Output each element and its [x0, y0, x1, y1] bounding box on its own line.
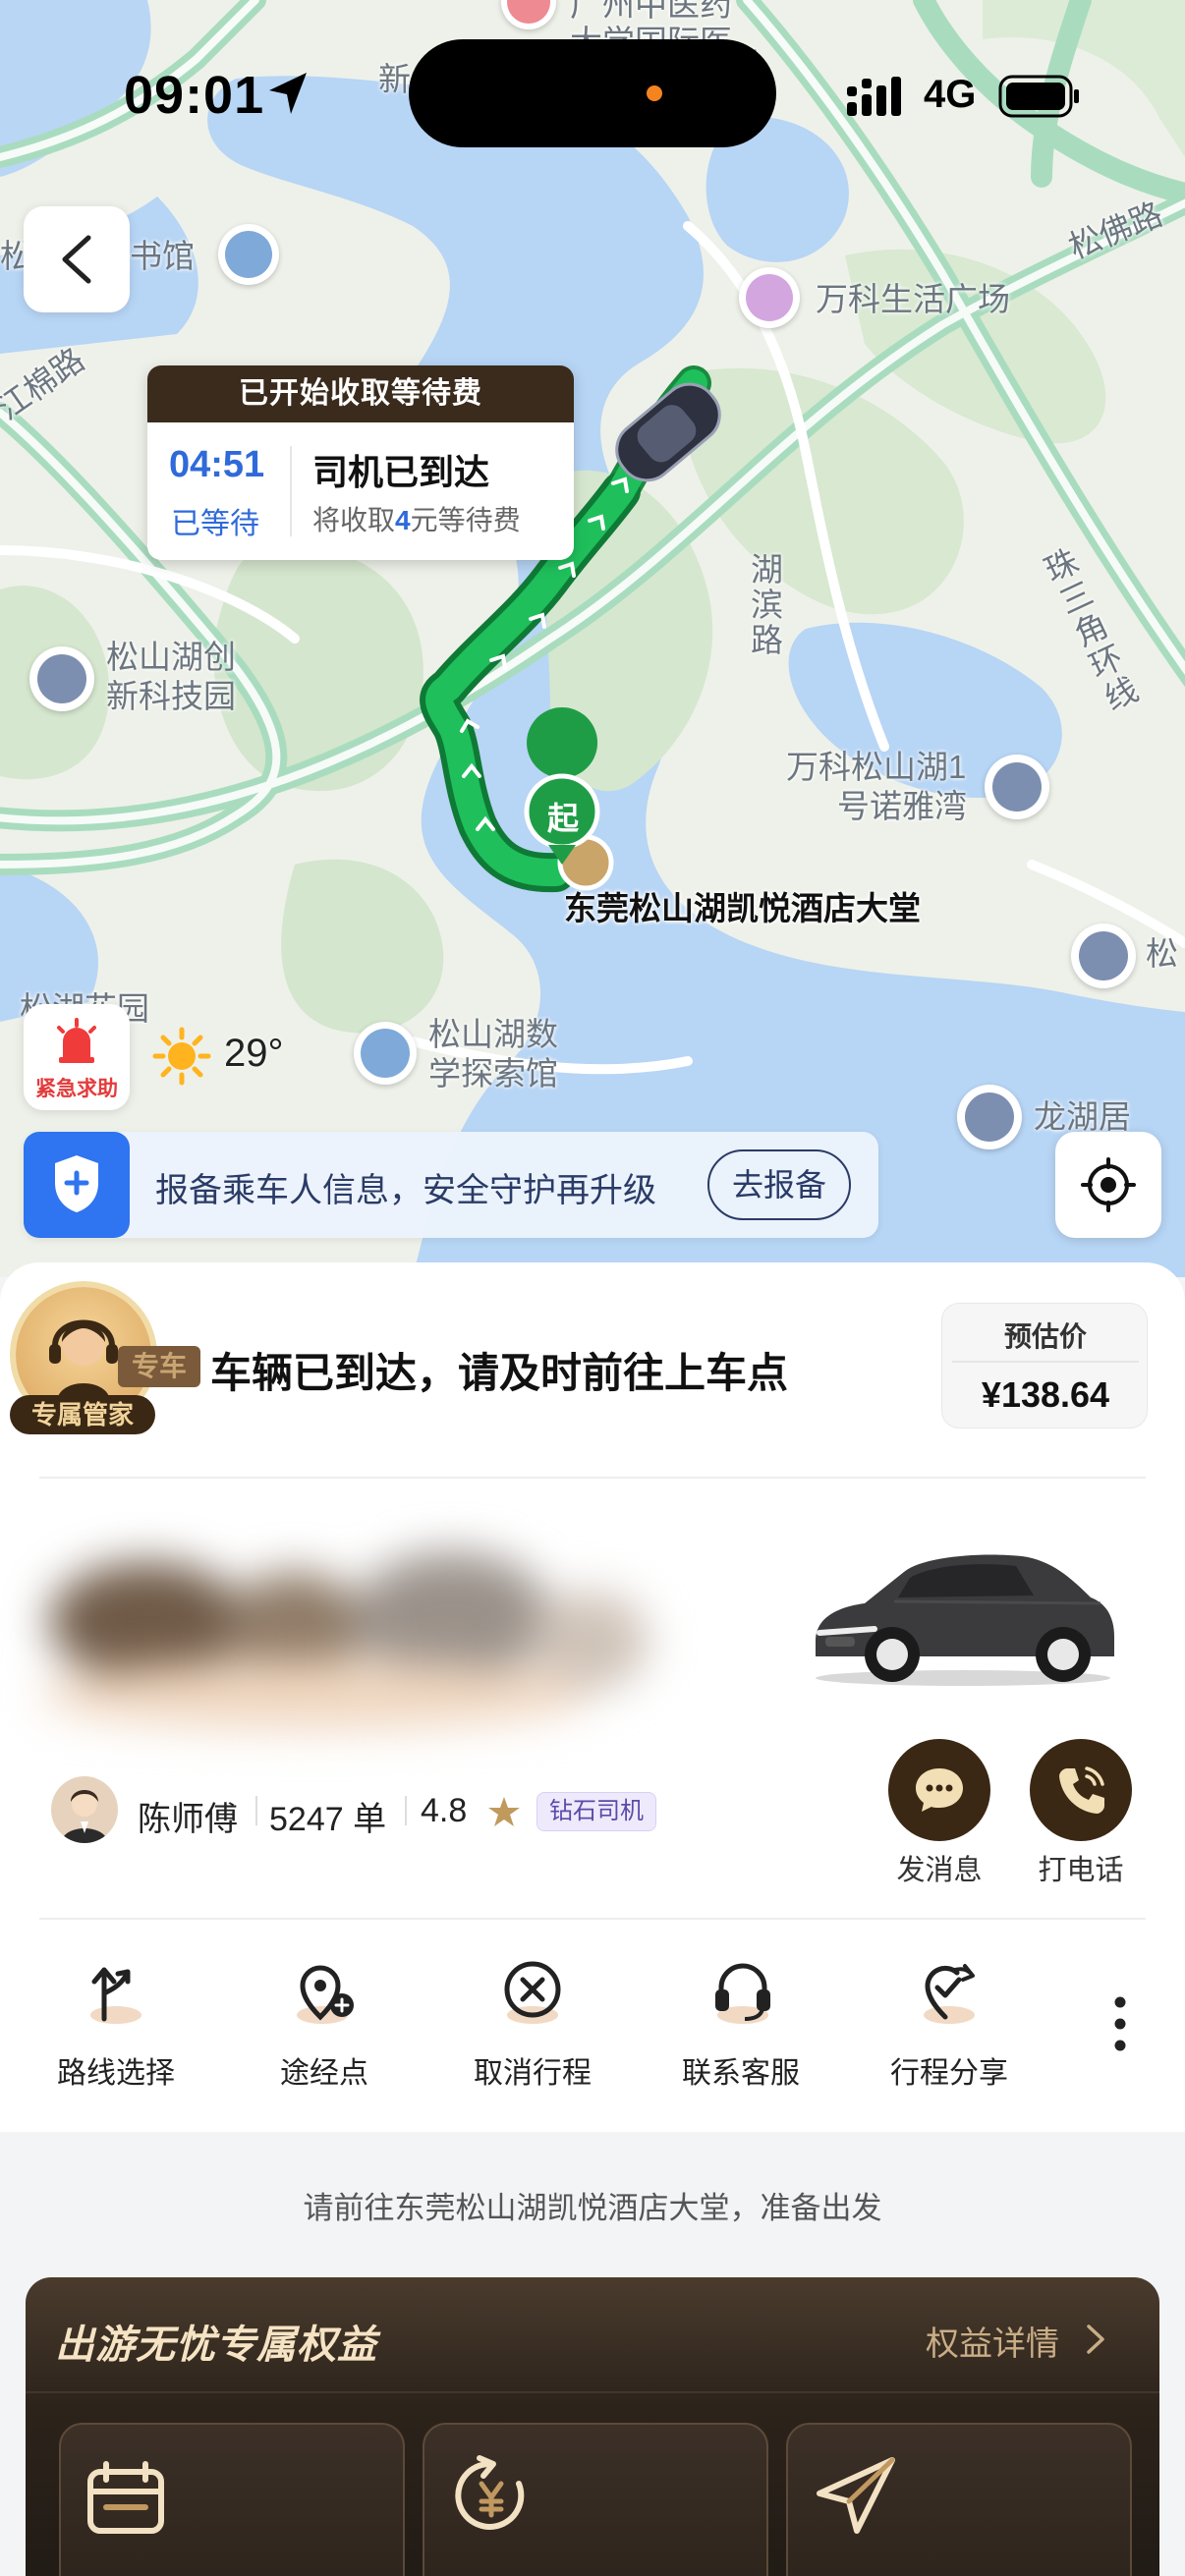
pickup-hint: 请前往东莞松山湖凯悦酒店大堂，准备出发: [303, 2191, 882, 2225]
sos-button[interactable]: 紧急求助: [24, 1004, 130, 1110]
map-label: 号诺雅湾: [837, 788, 967, 824]
wait-timer: 04:51: [169, 444, 265, 485]
action-label: 行程分享: [890, 2057, 1008, 2090]
price-label: 预估价: [1003, 1321, 1087, 1352]
driver-avatar[interactable]: [51, 1776, 118, 1843]
action-label: 联系客服: [682, 2057, 800, 2090]
waiting-fee-header: 已开始收取等待费: [147, 365, 574, 422]
pickup-point-label[interactable]: 东莞松山湖凯悦酒店大堂: [564, 882, 921, 929]
benefits-title: 出游无忧专属权益: [55, 2324, 377, 2367]
star-icon: [488, 1797, 520, 1826]
action-label: 取消行程: [474, 2057, 592, 2090]
residence-poi-icon[interactable]: [957, 1085, 1022, 1149]
refund-icon: [455, 2455, 525, 2530]
waypoint-icon: [297, 1965, 354, 2024]
share-icon: [924, 1964, 975, 2024]
safety-banner-text: 报备乘车人信息，安全守护再升级: [155, 1172, 656, 1209]
office-poi-icon[interactable]: [29, 646, 94, 711]
status-time: 09:01: [124, 66, 265, 125]
driver-rating: 4.8: [421, 1792, 468, 1829]
map-label: 万科松山湖1: [786, 749, 967, 785]
sun-icon: [152, 1027, 211, 1086]
waiting-fee-note: 将收取4元等待费: [312, 505, 521, 535]
map-label: 松山湖数: [428, 1016, 558, 1052]
map-label: 龙湖居: [1034, 1098, 1131, 1135]
divider: [39, 1477, 1146, 1479]
divider: [290, 446, 292, 536]
benefit-item[interactable]: [423, 2423, 768, 2576]
chevron-left-icon: [62, 235, 91, 284]
waiting-fee-card: 已开始收取等待费 04:51 已等待 司机已到达 将收取4元等待费: [147, 365, 574, 560]
calendar-icon: [87, 2461, 164, 2534]
crosshair-icon: [1081, 1157, 1136, 1212]
alarm-icon: [57, 1018, 96, 1063]
benefits-card[interactable]: 出游无忧专属权益 权益详情: [26, 2277, 1159, 2576]
benefit-item[interactable]: [786, 2423, 1132, 2576]
map-label: 松: [1146, 935, 1178, 972]
residence-poi-icon[interactable]: [985, 755, 1049, 819]
price-box[interactable]: 预估价 ¥138.64: [941, 1303, 1148, 1428]
license-plate-blurred: [0, 1513, 688, 1749]
sos-label: 紧急求助: [35, 1078, 118, 1100]
report-button[interactable]: 去报备: [707, 1149, 851, 1220]
message-button[interactable]: [888, 1739, 990, 1841]
driver-name: 陈师傅: [138, 1801, 238, 1838]
more-icon[interactable]: [1108, 1994, 1132, 2053]
map-label: 学探索馆: [428, 1055, 558, 1092]
library-poi-icon[interactable]: [218, 224, 279, 285]
safety-banner[interactable]: 报备乘车人信息，安全守护再升级 去报备: [24, 1132, 878, 1238]
signal-icon: [847, 77, 901, 116]
residence-poi-icon[interactable]: [1071, 924, 1136, 988]
map-label: 广州中医药: [570, 0, 732, 23]
driver-arrived-status: 司机已到达: [312, 452, 490, 492]
locate-button[interactable]: [1055, 1132, 1161, 1238]
phone-icon: [1059, 1766, 1104, 1814]
location-arrow-icon: [269, 73, 307, 114]
action-label: 途经点: [280, 2057, 368, 2090]
start-marker-label: 起: [546, 801, 579, 836]
battery-icon: [998, 75, 1079, 118]
divider: [405, 1796, 407, 1825]
shield-icon: [55, 1155, 98, 1212]
call-label[interactable]: 打电话: [1006, 1847, 1156, 1888]
divider: [255, 1796, 257, 1825]
map-label: 新: [378, 61, 411, 97]
map-label: 湖滨路: [751, 551, 783, 658]
driver-orders: 5247 单: [269, 1801, 387, 1838]
headset-agent-icon: [49, 1319, 118, 1401]
call-button[interactable]: [1030, 1739, 1132, 1841]
back-button[interactable]: [24, 206, 130, 312]
car-type-badge: 专车: [118, 1346, 200, 1387]
museum-poi-icon[interactable]: [354, 1022, 417, 1085]
trip-status-title: 车辆已到达，请及时前往上车点: [210, 1350, 789, 1396]
divider: [26, 2391, 1159, 2393]
dynamic-island: [409, 39, 776, 147]
cancel-icon: [504, 1961, 561, 2024]
map-label: 新科技园: [106, 678, 236, 714]
wait-timer-label: 已等待: [171, 508, 259, 540]
estimated-price: ¥138.64: [981, 1374, 1110, 1415]
action-label: 路线选择: [57, 2057, 175, 2090]
benefits-detail-link[interactable]: 权益详情: [926, 2317, 1059, 2365]
chat-bubble-icon: [916, 1768, 963, 1812]
map-label: 万科生活广场: [816, 281, 1010, 317]
shield-badge: [24, 1132, 130, 1238]
route-icon: [90, 1967, 141, 2024]
map-label: 松山湖创: [106, 639, 236, 675]
car-image: [816, 1554, 1114, 1686]
driver-avatar-icon: [61, 1790, 108, 1843]
benefit-item[interactable]: [59, 2423, 405, 2576]
shopping-poi-icon[interactable]: [739, 267, 800, 328]
send-icon: [817, 2457, 895, 2534]
weather-temp: 29°: [224, 1032, 284, 1075]
steward-label[interactable]: 专属管家: [10, 1395, 155, 1434]
driver-level-badge: 钻石司机: [536, 1792, 656, 1831]
network-type: 4G: [924, 73, 977, 116]
divider: [39, 1918, 1146, 1920]
headset-icon: [715, 1963, 770, 2024]
message-label[interactable]: 发消息: [865, 1847, 1014, 1888]
divider: [952, 1361, 1139, 1363]
chevron-right-icon: [1087, 2324, 1104, 2354]
